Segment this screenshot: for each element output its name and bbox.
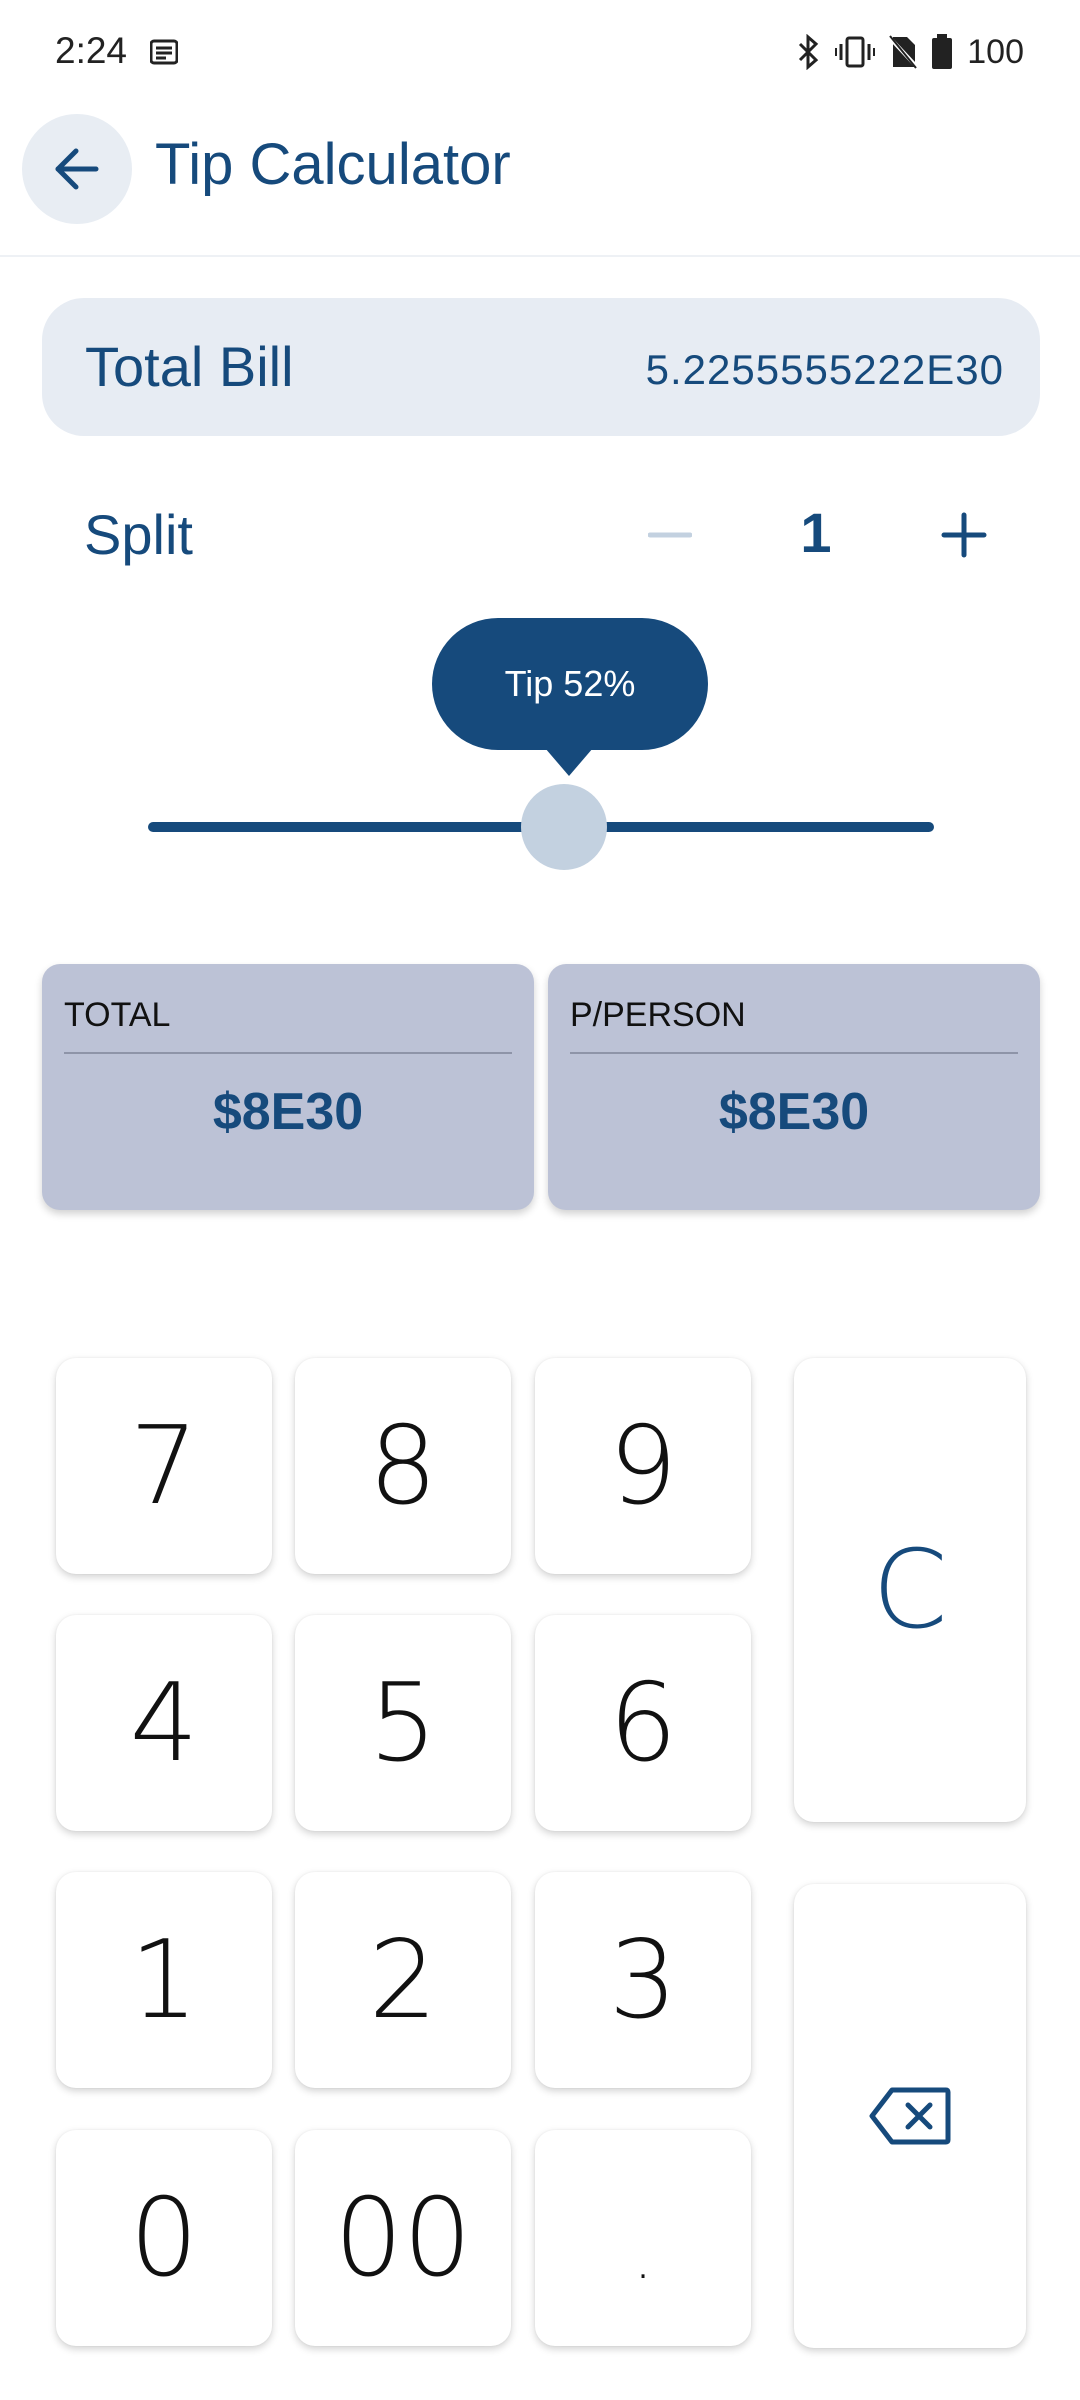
- battery-level: 100: [967, 32, 1024, 71]
- backspace-button[interactable]: [794, 1884, 1026, 2348]
- tip-label: Tip 52%: [504, 663, 636, 704]
- message-notification-icon: [150, 39, 178, 65]
- total-bill-label: Total Bill: [85, 335, 294, 398]
- status-time: 2:24: [55, 30, 128, 71]
- key-8[interactable]: 8: [295, 1358, 511, 1574]
- vibrate-icon: [835, 36, 876, 68]
- key-1[interactable]: 1: [56, 1872, 272, 2088]
- per-person-card: P/PERSON $8E30: [548, 964, 1040, 1210]
- no-sim-icon: [889, 35, 918, 69]
- plus-icon: [941, 512, 987, 558]
- total-card: TOTAL $8E30: [42, 964, 534, 1210]
- divider: [64, 1052, 512, 1054]
- status-icons: 100: [797, 28, 1024, 76]
- key-3[interactable]: 3: [535, 1872, 751, 2088]
- split-decrement-button[interactable]: [630, 495, 710, 575]
- arrow-back-icon: [55, 148, 99, 190]
- key-00[interactable]: 00: [295, 2130, 511, 2346]
- key-4[interactable]: 4: [56, 1615, 272, 1831]
- app-bar: Tip Calculator: [0, 105, 1080, 257]
- split-label: Split: [84, 503, 193, 566]
- back-button[interactable]: [22, 114, 132, 224]
- backspace-icon: [869, 2087, 951, 2145]
- key-0[interactable]: 0: [56, 2130, 272, 2346]
- tip-tooltip-pointer: [545, 748, 593, 776]
- total-label: TOTAL: [64, 996, 171, 1034]
- total-bill-value: 5.2255555222E30: [645, 346, 1004, 393]
- per-person-label: P/PERSON: [570, 996, 746, 1034]
- key-2[interactable]: 2: [295, 1872, 511, 2088]
- tip-value-tooltip: Tip 52%: [432, 618, 708, 750]
- status-bar: 2:24 100: [0, 0, 1080, 105]
- split-increment-button[interactable]: [924, 495, 1004, 575]
- battery-icon: [932, 34, 953, 69]
- total-bill-field[interactable]: Total Bill 5.2255555222E30: [42, 298, 1040, 436]
- minus-icon: [648, 532, 692, 538]
- bluetooth-icon: [799, 34, 819, 70]
- clear-button[interactable]: C: [794, 1358, 1026, 1822]
- key-7[interactable]: 7: [56, 1358, 272, 1574]
- per-person-value: $8E30: [718, 1083, 870, 1141]
- divider: [570, 1052, 1018, 1054]
- key-9[interactable]: 9: [535, 1358, 751, 1574]
- key-6[interactable]: 6: [535, 1615, 751, 1831]
- total-value: $8E30: [212, 1083, 364, 1141]
- tip-slider-thumb[interactable]: [521, 784, 607, 870]
- key-decimal[interactable]: .: [535, 2130, 751, 2346]
- key-5[interactable]: 5: [295, 1615, 511, 1831]
- page-title: Tip Calculator: [155, 132, 511, 197]
- split-count: 1: [800, 501, 832, 564]
